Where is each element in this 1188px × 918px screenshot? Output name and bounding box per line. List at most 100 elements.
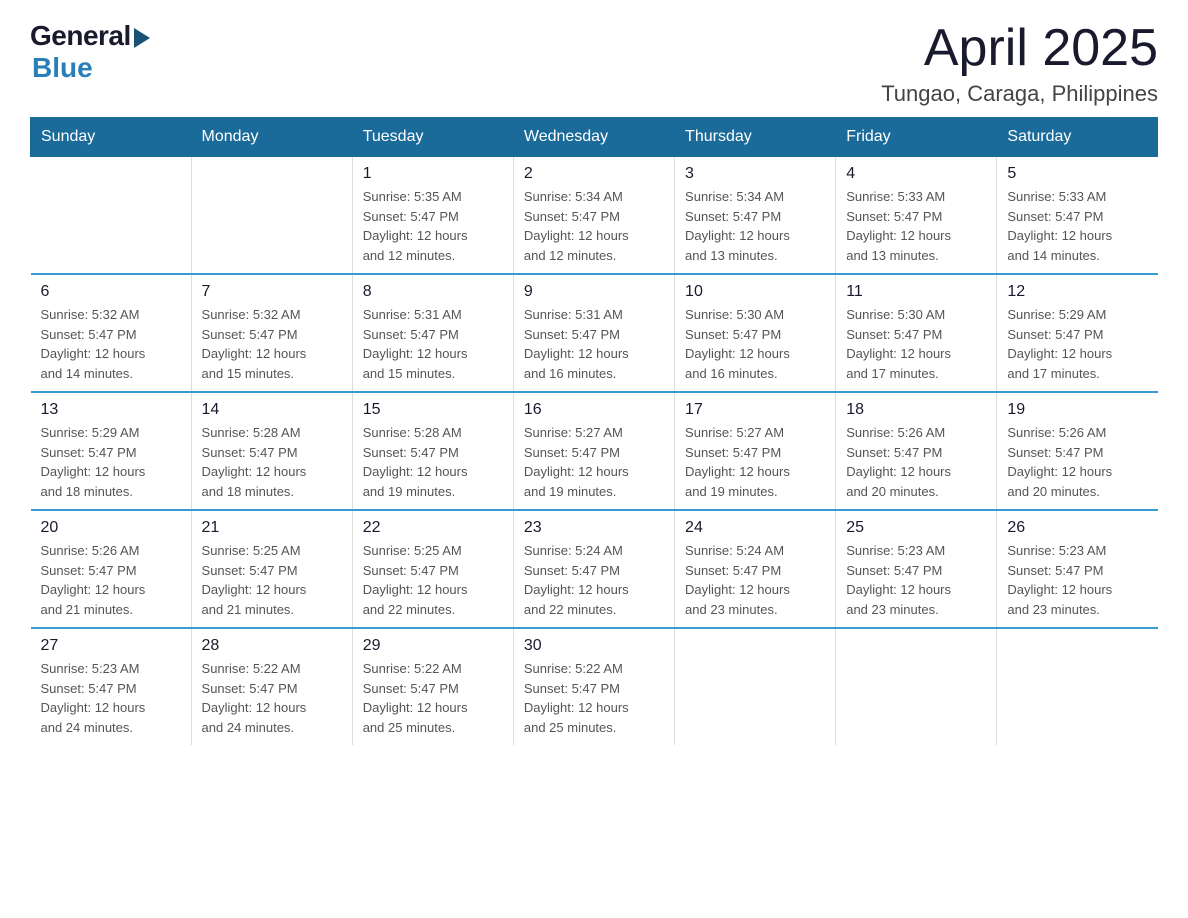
calendar-table: SundayMondayTuesdayWednesdayThursdayFrid…	[30, 117, 1158, 745]
day-number: 8	[363, 283, 503, 301]
calendar-cell: 23 Sunrise: 5:24 AMSunset: 5:47 PMDayligh…	[513, 510, 674, 628]
calendar-cell: 5 Sunrise: 5:33 AMSunset: 5:47 PMDaylight…	[997, 157, 1158, 275]
calendar-cell: 28Sunrise: 5:22 AMSunset: 5:47 PMDayligh…	[191, 628, 352, 745]
calendar-cell: 20 Sunrise: 5:26 AMSunset: 5:47 PMDayligh…	[31, 510, 192, 628]
day-info: Sunrise: 5:22 AMSunset: 5:47 PMDaylight:…	[202, 659, 342, 737]
day-number: 5	[1007, 165, 1147, 183]
day-number: 6	[41, 283, 181, 301]
calendar-cell: 11 Sunrise: 5:30 AMSunset: 5:47 PMDayligh…	[836, 274, 997, 392]
day-number: 26	[1007, 519, 1147, 537]
day-number: 27	[41, 637, 181, 655]
weekday-wednesday: Wednesday	[513, 118, 674, 157]
day-info: Sunrise: 5:22 AMSunset: 5:47 PMDaylight:…	[524, 659, 664, 737]
weekday-header-row: SundayMondayTuesdayWednesdayThursdayFrid…	[31, 118, 1158, 157]
calendar-cell: 10Sunrise: 5:30 AMSunset: 5:47 PMDayligh…	[675, 274, 836, 392]
day-number: 30	[524, 637, 664, 655]
calendar-cell: 30 Sunrise: 5:22 AMSunset: 5:47 PMDayligh…	[513, 628, 674, 745]
calendar-cell: 27 Sunrise: 5:23 AMSunset: 5:47 PMDayligh…	[31, 628, 192, 745]
day-info: Sunrise: 5:23 AMSunset: 5:47 PMDaylight:…	[846, 541, 986, 619]
day-info: Sunrise: 5:33 AMSunset: 5:47 PMDaylight:…	[846, 187, 986, 265]
week-row-5: 27 Sunrise: 5:23 AMSunset: 5:47 PMDayligh…	[31, 628, 1158, 745]
day-number: 7	[202, 283, 342, 301]
calendar-cell: 16Sunrise: 5:27 AMSunset: 5:47 PMDayligh…	[513, 392, 674, 510]
calendar-cell: 3 Sunrise: 5:34 AMSunset: 5:47 PMDaylight…	[675, 157, 836, 275]
weekday-saturday: Saturday	[997, 118, 1158, 157]
day-number: 9	[524, 283, 664, 301]
calendar-cell: 4 Sunrise: 5:33 AMSunset: 5:47 PMDaylight…	[836, 157, 997, 275]
day-info: Sunrise: 5:27 AMSunset: 5:47 PMDaylight:…	[685, 423, 825, 501]
calendar-cell: 12 Sunrise: 5:29 AMSunset: 5:47 PMDayligh…	[997, 274, 1158, 392]
calendar-cell: 1 Sunrise: 5:35 AMSunset: 5:47 PMDaylight…	[352, 157, 513, 275]
day-number: 15	[363, 401, 503, 419]
logo: General Blue	[30, 20, 150, 84]
page-header: General Blue April 2025 Tungao, Caraga, …	[30, 20, 1158, 107]
day-info: Sunrise: 5:26 AMSunset: 5:47 PMDaylight:…	[1007, 423, 1147, 501]
day-number: 23	[524, 519, 664, 537]
calendar-cell	[836, 628, 997, 745]
day-info: Sunrise: 5:25 AMSunset: 5:47 PMDaylight:…	[363, 541, 503, 619]
day-number: 1	[363, 165, 503, 183]
day-number: 21	[202, 519, 342, 537]
calendar-cell: 9 Sunrise: 5:31 AMSunset: 5:47 PMDaylight…	[513, 274, 674, 392]
logo-arrow-icon	[134, 28, 150, 48]
logo-general-text: General	[30, 20, 131, 52]
day-info: Sunrise: 5:24 AMSunset: 5:47 PMDaylight:…	[685, 541, 825, 619]
calendar-cell: 25Sunrise: 5:23 AMSunset: 5:47 PMDayligh…	[836, 510, 997, 628]
day-info: Sunrise: 5:29 AMSunset: 5:47 PMDaylight:…	[1007, 305, 1147, 383]
day-info: Sunrise: 5:30 AMSunset: 5:47 PMDaylight:…	[846, 305, 986, 383]
day-info: Sunrise: 5:26 AMSunset: 5:47 PMDaylight:…	[846, 423, 986, 501]
weekday-thursday: Thursday	[675, 118, 836, 157]
day-number: 3	[685, 165, 825, 183]
day-number: 14	[202, 401, 342, 419]
day-info: Sunrise: 5:32 AMSunset: 5:47 PMDaylight:…	[41, 305, 181, 383]
calendar-cell: 29Sunrise: 5:22 AMSunset: 5:47 PMDayligh…	[352, 628, 513, 745]
day-number: 12	[1007, 283, 1147, 301]
week-row-4: 20 Sunrise: 5:26 AMSunset: 5:47 PMDayligh…	[31, 510, 1158, 628]
day-info: Sunrise: 5:23 AMSunset: 5:47 PMDaylight:…	[41, 659, 181, 737]
day-info: Sunrise: 5:26 AMSunset: 5:47 PMDaylight:…	[41, 541, 181, 619]
day-info: Sunrise: 5:35 AMSunset: 5:47 PMDaylight:…	[363, 187, 503, 265]
day-info: Sunrise: 5:30 AMSunset: 5:47 PMDaylight:…	[685, 305, 825, 383]
day-info: Sunrise: 5:22 AMSunset: 5:47 PMDaylight:…	[363, 659, 503, 737]
day-info: Sunrise: 5:24 AMSunset: 5:47 PMDaylight:…	[524, 541, 664, 619]
logo-blue-text: Blue	[32, 52, 93, 84]
day-number: 4	[846, 165, 986, 183]
calendar-cell: 14 Sunrise: 5:28 AMSunset: 5:47 PMDayligh…	[191, 392, 352, 510]
day-info: Sunrise: 5:23 AMSunset: 5:47 PMDaylight:…	[1007, 541, 1147, 619]
day-info: Sunrise: 5:34 AMSunset: 5:47 PMDaylight:…	[524, 187, 664, 265]
calendar-header: SundayMondayTuesdayWednesdayThursdayFrid…	[31, 118, 1158, 157]
day-number: 20	[41, 519, 181, 537]
calendar-cell: 24 Sunrise: 5:24 AMSunset: 5:47 PMDayligh…	[675, 510, 836, 628]
weekday-friday: Friday	[836, 118, 997, 157]
calendar-cell: 8 Sunrise: 5:31 AMSunset: 5:47 PMDaylight…	[352, 274, 513, 392]
day-number: 2	[524, 165, 664, 183]
day-info: Sunrise: 5:33 AMSunset: 5:47 PMDaylight:…	[1007, 187, 1147, 265]
day-number: 16	[524, 401, 664, 419]
calendar-cell: 17 Sunrise: 5:27 AMSunset: 5:47 PMDayligh…	[675, 392, 836, 510]
day-info: Sunrise: 5:28 AMSunset: 5:47 PMDaylight:…	[202, 423, 342, 501]
day-number: 17	[685, 401, 825, 419]
week-row-3: 13Sunrise: 5:29 AMSunset: 5:47 PMDayligh…	[31, 392, 1158, 510]
calendar-cell: 22 Sunrise: 5:25 AMSunset: 5:47 PMDayligh…	[352, 510, 513, 628]
calendar-subtitle: Tungao, Caraga, Philippines	[881, 81, 1158, 107]
calendar-cell: 6 Sunrise: 5:32 AMSunset: 5:47 PMDaylight…	[31, 274, 192, 392]
day-info: Sunrise: 5:25 AMSunset: 5:47 PMDaylight:…	[202, 541, 342, 619]
calendar-cell	[997, 628, 1158, 745]
day-number: 22	[363, 519, 503, 537]
day-info: Sunrise: 5:32 AMSunset: 5:47 PMDaylight:…	[202, 305, 342, 383]
calendar-body: 1 Sunrise: 5:35 AMSunset: 5:47 PMDaylight…	[31, 157, 1158, 746]
day-number: 11	[846, 283, 986, 301]
calendar-cell: 2 Sunrise: 5:34 AMSunset: 5:47 PMDaylight…	[513, 157, 674, 275]
calendar-cell	[31, 157, 192, 275]
day-number: 24	[685, 519, 825, 537]
day-info: Sunrise: 5:31 AMSunset: 5:47 PMDaylight:…	[363, 305, 503, 383]
day-info: Sunrise: 5:28 AMSunset: 5:47 PMDaylight:…	[363, 423, 503, 501]
calendar-cell	[191, 157, 352, 275]
day-info: Sunrise: 5:31 AMSunset: 5:47 PMDaylight:…	[524, 305, 664, 383]
calendar-cell: 26 Sunrise: 5:23 AMSunset: 5:47 PMDayligh…	[997, 510, 1158, 628]
day-info: Sunrise: 5:34 AMSunset: 5:47 PMDaylight:…	[685, 187, 825, 265]
calendar-cell: 7 Sunrise: 5:32 AMSunset: 5:47 PMDaylight…	[191, 274, 352, 392]
day-info: Sunrise: 5:29 AMSunset: 5:47 PMDaylight:…	[41, 423, 181, 501]
weekday-tuesday: Tuesday	[352, 118, 513, 157]
weekday-monday: Monday	[191, 118, 352, 157]
